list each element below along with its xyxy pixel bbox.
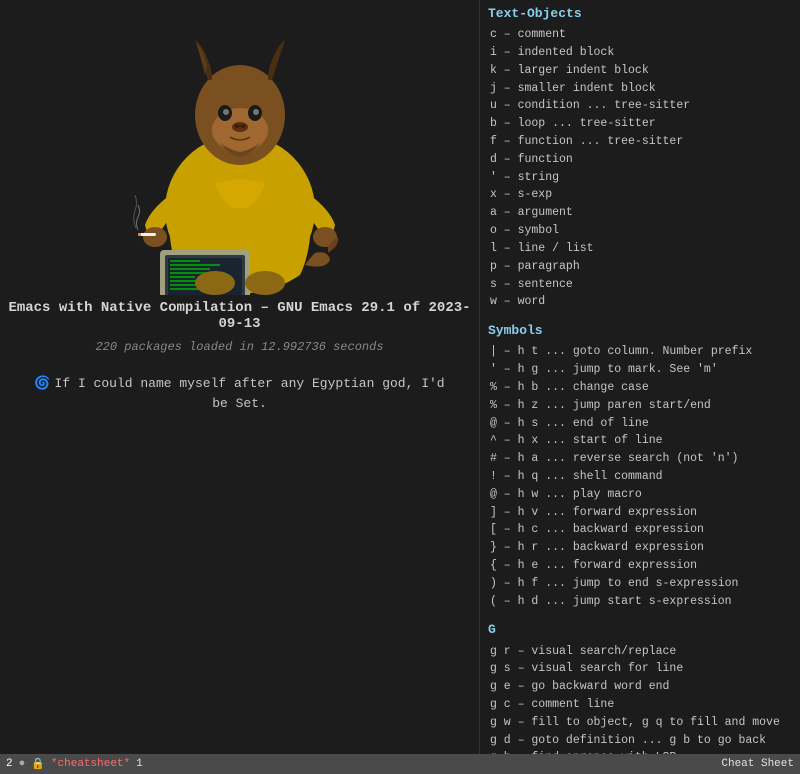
key-item-g-4: g w – fill to object, g q to fill and mo…	[488, 714, 792, 732]
section-header-text-objects: Text-Objects	[488, 4, 792, 24]
status-modified: *cheatsheet*	[51, 758, 130, 770]
key-item-symbols-8: @ – h w ... play macro	[488, 486, 792, 504]
key-item-symbols-12: { – h e ... forward expression	[488, 557, 792, 575]
section-header-symbols: Symbols	[488, 321, 792, 341]
packages-loaded: 220 packages loaded in 12.992736 seconds	[95, 340, 383, 354]
key-item-text-objects-3: j – smaller indent block	[488, 80, 792, 98]
gnu-mascot	[90, 20, 390, 300]
key-item-text-objects-10: a – argument	[488, 204, 792, 222]
status-dot: ●	[19, 758, 26, 770]
key-item-text-objects-5: b – loop ... tree-sitter	[488, 115, 792, 133]
key-item-text-objects-13: p – paragraph	[488, 258, 792, 276]
fortune-text: 🌀If I could name myself after any Egypti…	[0, 374, 479, 413]
status-num: 2	[6, 758, 13, 770]
status-bar: 2 ● 🔒 *cheatsheet* 1 Cheat Sheet	[0, 754, 800, 774]
key-item-text-objects-4: u – condition ... tree-sitter	[488, 97, 792, 115]
key-item-symbols-14: ( – h d ... jump start s-expression	[488, 593, 792, 611]
key-item-text-objects-2: k – larger indent block	[488, 62, 792, 80]
right-panel[interactable]: Text-Objects c – commenti – indented bloc…	[480, 0, 800, 754]
key-item-symbols-1: ' – h g ... jump to mark. See 'm'	[488, 361, 792, 379]
key-item-symbols-4: @ – h s ... end of line	[488, 415, 792, 433]
key-item-text-objects-14: s – sentence	[488, 276, 792, 294]
key-item-text-objects-12: l – line / list	[488, 240, 792, 258]
key-item-g-2: g e – go backward word end	[488, 678, 792, 696]
key-item-symbols-11: } – h r ... backward expression	[488, 539, 792, 557]
key-item-symbols-6: # – h a ... reverse search (not 'n')	[488, 450, 792, 468]
key-item-text-objects-11: o – symbol	[488, 222, 792, 240]
key-item-symbols-10: [ – h c ... backward expression	[488, 521, 792, 539]
key-item-g-0: g r – visual search/replace	[488, 643, 792, 661]
key-item-text-objects-6: f – function ... tree-sitter	[488, 133, 792, 151]
key-item-g-5: g d – goto definition ... g b to go back	[488, 732, 792, 750]
key-item-symbols-9: ] – h v ... forward expression	[488, 504, 792, 522]
key-item-text-objects-1: i – indented block	[488, 44, 792, 62]
key-item-text-objects-0: c – comment	[488, 26, 792, 44]
fortune-icon: 🌀	[34, 376, 50, 391]
key-item-symbols-13: ) – h f ... jump to end s-expression	[488, 575, 792, 593]
key-item-symbols-5: ^ – h x ... start of line	[488, 432, 792, 450]
section-header-g: G	[488, 620, 792, 640]
key-item-symbols-7: ! – h q ... shell command	[488, 468, 792, 486]
key-item-text-objects-8: ' – string	[488, 169, 792, 187]
key-item-symbols-0: | – h t ... goto column. Number prefix	[488, 343, 792, 361]
key-item-text-objects-15: w – word	[488, 293, 792, 311]
status-lock: 🔒	[31, 757, 45, 771]
emacs-title: Emacs with Native Compilation – GNU Emac…	[0, 300, 479, 332]
key-item-g-1: g s – visual search for line	[488, 660, 792, 678]
key-item-g-3: g c – comment line	[488, 696, 792, 714]
left-panel: Emacs with Native Compilation – GNU Emac…	[0, 0, 480, 774]
status-right: Cheat Sheet	[721, 758, 794, 770]
key-item-text-objects-7: d – function	[488, 151, 792, 169]
key-item-symbols-3: % – h z ... jump paren start/end	[488, 397, 792, 415]
status-num2: 1	[136, 758, 143, 770]
key-item-text-objects-9: x – s-exp	[488, 186, 792, 204]
key-item-symbols-2: % – h b ... change case	[488, 379, 792, 397]
